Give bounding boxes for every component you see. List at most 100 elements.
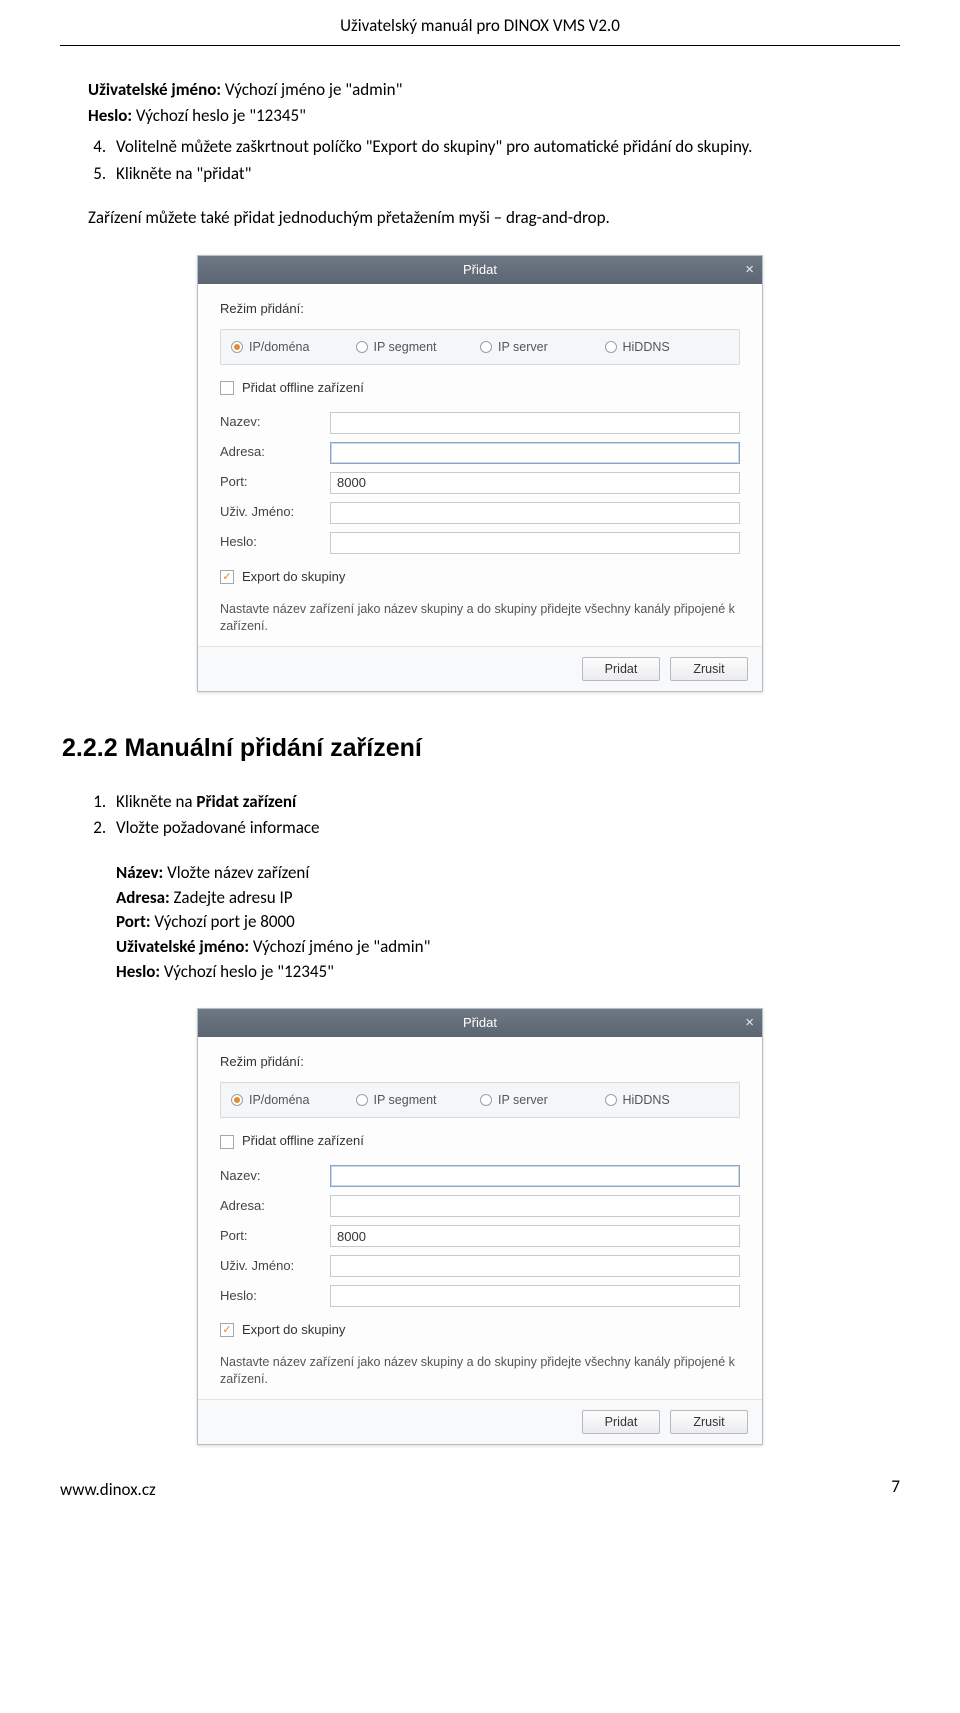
- checkbox-icon: [220, 381, 234, 395]
- radio-ip-segment[interactable]: IP segment: [356, 1091, 481, 1109]
- radio-ip-domain[interactable]: IP/doména: [231, 1091, 356, 1109]
- hint-text: Nastavte název zařízení jako název skupi…: [220, 601, 740, 636]
- radio-ip-segment[interactable]: IP segment: [356, 338, 481, 356]
- intro-user-label: Uživatelské jméno:: [88, 79, 221, 100]
- list-item: Klikněte na Přidat zařízení: [110, 790, 900, 815]
- radio-label: IP server: [498, 1091, 548, 1109]
- port-label: Port:: [220, 1227, 330, 1246]
- name-input[interactable]: [330, 1165, 740, 1187]
- checkbox-checked-icon: ✓: [220, 1323, 234, 1337]
- checkbox-checked-icon: ✓: [220, 570, 234, 584]
- add-button[interactable]: Pridat: [582, 657, 660, 681]
- radio-label: HiDDNS: [623, 338, 670, 356]
- port-input[interactable]: [330, 472, 740, 494]
- intro-username: Uživatelské jméno: Výchozí jméno je "adm…: [88, 78, 900, 103]
- cancel-button[interactable]: Zrusit: [670, 657, 748, 681]
- password-input[interactable]: [330, 1285, 740, 1307]
- name-label: Nazev:: [220, 1167, 330, 1186]
- username-input[interactable]: [330, 502, 740, 524]
- steps-list-a: Volitelně můžete zaškrtnout políčko "Exp…: [110, 135, 900, 186]
- port-label: Port:: [220, 473, 330, 492]
- footer-url: www.dinox.cz: [60, 1478, 900, 1503]
- offline-checkbox-row[interactable]: Přidat offline zařízení: [220, 379, 740, 398]
- address-input[interactable]: [330, 1195, 740, 1217]
- checkbox-icon: [220, 1135, 234, 1149]
- steps-b-sub: Název: Vložte název zařízeníAdresa: Zade…: [60, 861, 900, 984]
- radio-dot-icon: [231, 341, 243, 353]
- radio-label: IP/doména: [249, 1091, 309, 1109]
- add-button[interactable]: Pridat: [582, 1410, 660, 1434]
- intro-password: Heslo: Výchozí heslo je "12345": [88, 104, 900, 129]
- intro-user-text: Výchozí jméno je "admin": [221, 79, 402, 100]
- page-content: Uživatelské jméno: Výchozí jméno je "adm…: [60, 46, 900, 1503]
- radio-label: IP segment: [374, 1091, 437, 1109]
- user-label: Uživ. Jméno:: [220, 503, 330, 522]
- section-heading: 2.2.2 Manuální přidání zařízení: [62, 730, 900, 766]
- name-input[interactable]: [330, 412, 740, 434]
- pass-label: Heslo:: [220, 1287, 330, 1306]
- radio-hiddns[interactable]: HiDDNS: [605, 1091, 730, 1109]
- offline-checkbox-row[interactable]: Přidat offline zařízení: [220, 1132, 740, 1151]
- list-item: Klikněte na "přidat": [110, 162, 900, 187]
- radio-dot-icon: [356, 1094, 368, 1106]
- cancel-button[interactable]: Zrusit: [670, 1410, 748, 1434]
- export-label: Export do skupiny: [242, 1321, 345, 1340]
- dialog-title: Přidat: [463, 262, 497, 277]
- dialog-footer: Pridat Zrusit: [198, 1399, 762, 1444]
- mode-radio-group: IP/doména IP segment IP server HiDDNS: [220, 329, 740, 365]
- radio-ip-server[interactable]: IP server: [480, 1091, 605, 1109]
- hint-text: Nastavte název zařízení jako název skupi…: [220, 1354, 740, 1389]
- radio-ip-server[interactable]: IP server: [480, 338, 605, 356]
- radio-dot-icon: [480, 1094, 492, 1106]
- addr-label: Adresa:: [220, 1197, 330, 1216]
- mode-label: Režim přidání:: [220, 1053, 740, 1072]
- radio-dot-icon: [605, 1094, 617, 1106]
- add-device-dialog-2: Přidat × Režim přidání: IP/doména IP seg…: [197, 1008, 763, 1445]
- radio-label: IP segment: [374, 338, 437, 356]
- radio-label: IP/doména: [249, 338, 309, 356]
- radio-dot-icon: [356, 341, 368, 353]
- add-device-dialog-1: Přidat × Režim přidání: IP/doména IP seg…: [197, 255, 763, 692]
- mode-label: Režim přidání:: [220, 300, 740, 319]
- password-input[interactable]: [330, 532, 740, 554]
- steps-list-b: Klikněte na Přidat zařízeníVložte požado…: [110, 790, 900, 841]
- radio-dot-icon: [480, 341, 492, 353]
- dialog-title: Přidat: [463, 1015, 497, 1030]
- intro-pass-label: Heslo:: [88, 105, 132, 126]
- dialog-titlebar: Přidat ×: [198, 1009, 762, 1037]
- intro-pass-text: Výchozí heslo je "12345": [132, 105, 306, 126]
- sub-detail-line: Název: Vložte název zařízení: [116, 861, 900, 886]
- user-label: Uživ. Jméno:: [220, 1257, 330, 1276]
- export-checkbox-row[interactable]: ✓ Export do skupiny: [220, 1321, 740, 1340]
- addr-label: Adresa:: [220, 443, 330, 462]
- dialog-titlebar: Přidat ×: [198, 256, 762, 284]
- sub-detail-line: Adresa: Zadejte adresu IP: [116, 886, 900, 911]
- address-input[interactable]: [330, 442, 740, 464]
- name-label: Nazev:: [220, 413, 330, 432]
- radio-dot-icon: [231, 1094, 243, 1106]
- sub-detail-line: Heslo: Výchozí heslo je "12345": [116, 960, 900, 985]
- close-icon[interactable]: ×: [745, 1009, 754, 1037]
- radio-dot-icon: [605, 341, 617, 353]
- drag-drop-note: Zařízení můžete také přidat jednoduchým …: [88, 206, 900, 231]
- list-item: Vložte požadované informace: [110, 816, 900, 841]
- header-title: Uživatelský manuál pro DINOX VMS V2.0: [340, 15, 620, 36]
- username-input[interactable]: [330, 1255, 740, 1277]
- dialog-footer: Pridat Zrusit: [198, 646, 762, 691]
- list-item: Volitelně můžete zaškrtnout políčko "Exp…: [110, 135, 900, 160]
- radio-ip-domain[interactable]: IP/doména: [231, 338, 356, 356]
- offline-label: Přidat offline zařízení: [242, 379, 364, 398]
- export-checkbox-row[interactable]: ✓ Export do skupiny: [220, 568, 740, 587]
- radio-label: HiDDNS: [623, 1091, 670, 1109]
- offline-label: Přidat offline zařízení: [242, 1132, 364, 1151]
- sub-detail-line: Port: Výchozí port je 8000: [116, 910, 900, 935]
- port-input[interactable]: [330, 1225, 740, 1247]
- close-icon[interactable]: ×: [745, 256, 754, 284]
- sub-detail-line: Uživatelské jméno: Výchozí jméno je "adm…: [116, 935, 900, 960]
- radio-hiddns[interactable]: HiDDNS: [605, 338, 730, 356]
- mode-radio-group: IP/doména IP segment IP server HiDDNS: [220, 1082, 740, 1118]
- export-label: Export do skupiny: [242, 568, 345, 587]
- pass-label: Heslo:: [220, 533, 330, 552]
- radio-label: IP server: [498, 338, 548, 356]
- page-header: Uživatelský manuál pro DINOX VMS V2.0: [60, 0, 900, 46]
